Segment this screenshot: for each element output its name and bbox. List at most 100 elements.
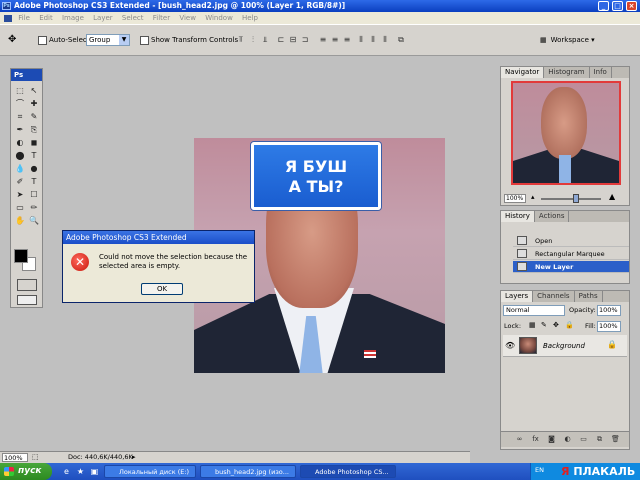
distribute-top-icon[interactable]: ≡ bbox=[318, 34, 328, 46]
lock-pixels-icon[interactable]: ✎ bbox=[541, 321, 547, 329]
language-indicator[interactable]: EN bbox=[535, 466, 544, 474]
zoom-in-icon[interactable]: ▲ bbox=[609, 192, 615, 201]
status-zoom-field[interactable]: 100% bbox=[2, 453, 28, 462]
hand-tool-icon[interactable]: ✋ bbox=[14, 215, 26, 226]
eraser-tool-icon[interactable]: ⬤ bbox=[14, 150, 26, 161]
move-tool-icon[interactable]: ✥ bbox=[8, 33, 16, 47]
toolbox-header[interactable]: Ps bbox=[11, 69, 42, 81]
crop-tool-icon[interactable]: ⌗ bbox=[14, 111, 26, 122]
history-item-new-layer[interactable]: New Layer bbox=[513, 261, 629, 273]
tab-navigator[interactable]: Navigator bbox=[501, 67, 545, 78]
auto-select-checkbox-box[interactable] bbox=[38, 35, 47, 45]
shape-tool-icon[interactable]: ☐ bbox=[28, 189, 40, 200]
path-select-tool-icon[interactable]: ➤ bbox=[14, 189, 26, 200]
eye-icon[interactable]: 👁 bbox=[505, 341, 515, 350]
foreground-color-swatch[interactable] bbox=[14, 249, 28, 263]
zoom-out-icon[interactable]: ▴ bbox=[531, 193, 535, 201]
navigator-thumbnail[interactable] bbox=[511, 81, 621, 185]
menu-image[interactable]: Image bbox=[62, 14, 84, 22]
lock-all-icon[interactable]: 🔒 bbox=[565, 321, 574, 329]
tab-layers[interactable]: Layers bbox=[501, 291, 534, 302]
menu-help[interactable]: Help bbox=[242, 14, 258, 22]
blur-tool-icon[interactable]: 💧 bbox=[14, 163, 26, 174]
lasso-tool-icon[interactable]: ⌒ bbox=[14, 98, 26, 109]
new-group-icon[interactable]: ▭ bbox=[579, 435, 588, 444]
align-vcenter-icon[interactable]: ⫶ bbox=[248, 34, 258, 46]
pen-tool-icon[interactable]: ✐ bbox=[14, 176, 26, 187]
taskbar-button-photoshop[interactable]: Adobe Photoshop CS... bbox=[300, 465, 396, 478]
align-top-icon[interactable]: ⫪ bbox=[236, 34, 246, 46]
tab-actions[interactable]: Actions bbox=[535, 211, 570, 222]
favorites-icon[interactable]: ★ bbox=[76, 467, 85, 476]
tab-history[interactable]: History bbox=[501, 211, 535, 222]
distribute-vcenter-icon[interactable]: ≡ bbox=[330, 34, 340, 46]
window-title-bar[interactable]: Adobe Photoshop CS3 Extended - [bush_hea… bbox=[0, 0, 640, 12]
ps-menu-icon[interactable] bbox=[4, 14, 12, 22]
layer-style-icon[interactable]: fx bbox=[531, 435, 540, 444]
history-brush-tool-icon[interactable]: ◼ bbox=[28, 137, 40, 148]
status-menu-icon[interactable]: ▸ bbox=[132, 452, 136, 463]
eyedropper-tool-icon[interactable]: ✏ bbox=[28, 202, 40, 213]
gradient-tool-icon[interactable]: T bbox=[28, 150, 40, 161]
zoom-tool-icon[interactable]: 🔍 bbox=[28, 215, 40, 226]
align-left-icon[interactable]: ⊏ bbox=[276, 34, 286, 46]
brush-tool-icon[interactable]: ⎘ bbox=[28, 124, 40, 135]
healing-brush-tool-icon[interactable]: ✒ bbox=[14, 124, 26, 135]
tab-histogram[interactable]: Histogram bbox=[544, 67, 590, 78]
close-button[interactable]: × bbox=[626, 1, 637, 11]
taskbar-button-image-viewer[interactable]: bush_head2.jpg (изо... bbox=[200, 465, 296, 478]
notes-tool-icon[interactable]: ▭ bbox=[14, 202, 26, 213]
distribute-right-icon[interactable]: ⦀ bbox=[380, 34, 390, 46]
dodge-tool-icon[interactable]: ● bbox=[28, 163, 40, 174]
blend-mode-dropdown[interactable]: Normal bbox=[503, 305, 565, 316]
tab-channels[interactable]: Channels bbox=[533, 291, 575, 302]
history-item-marquee[interactable]: Rectangular Marquee bbox=[513, 248, 629, 260]
show-transform-checkbox[interactable]: Show Transform Controls bbox=[140, 33, 238, 47]
lock-position-icon[interactable]: ✥ bbox=[553, 321, 559, 329]
menu-file[interactable]: File bbox=[18, 14, 30, 22]
history-item-open[interactable]: Open bbox=[513, 235, 629, 247]
align-hcenter-icon[interactable]: ⊟ bbox=[288, 34, 298, 46]
lock-transparency-icon[interactable]: ▦ bbox=[529, 321, 536, 329]
fill-field[interactable]: 100% bbox=[597, 321, 621, 332]
magic-wand-tool-icon[interactable]: ✚ bbox=[28, 98, 40, 109]
tab-info[interactable]: Info bbox=[590, 67, 612, 78]
screen-mode-icon[interactable] bbox=[17, 295, 37, 305]
workspace-button[interactable]: ▦ Workspace ▾ bbox=[540, 31, 610, 49]
tab-paths[interactable]: Paths bbox=[575, 291, 603, 302]
distribute-bottom-icon[interactable]: ≡ bbox=[342, 34, 352, 46]
navigator-zoom-knob[interactable] bbox=[573, 194, 579, 203]
menu-layer[interactable]: Layer bbox=[93, 14, 113, 22]
quicklaunch-icon[interactable]: ▣ bbox=[90, 467, 99, 476]
adjustment-layer-icon[interactable]: ◐ bbox=[563, 435, 572, 444]
auto-align-icon[interactable]: ⧉ bbox=[396, 34, 406, 46]
align-bottom-icon[interactable]: ⫫ bbox=[260, 34, 270, 46]
menu-select[interactable]: Select bbox=[122, 14, 144, 22]
layer-row-background[interactable]: 👁 Background 🔒 bbox=[503, 335, 627, 357]
distribute-left-icon[interactable]: ⦀ bbox=[356, 34, 366, 46]
clone-stamp-tool-icon[interactable]: ◐ bbox=[14, 137, 26, 148]
taskbar-button-explorer[interactable]: Локальный диск (E:) bbox=[104, 465, 196, 478]
marquee-tool-icon[interactable]: ⬚ bbox=[14, 85, 26, 96]
minimize-button[interactable]: _ bbox=[598, 1, 609, 11]
trash-icon[interactable]: 🗑 bbox=[611, 435, 620, 444]
opacity-field[interactable]: 100% bbox=[597, 305, 621, 316]
auto-select-checkbox[interactable]: Auto-Select: bbox=[38, 33, 92, 47]
menu-window[interactable]: Window bbox=[205, 14, 233, 22]
type-tool-icon[interactable]: T bbox=[28, 176, 40, 187]
distribute-hcenter-icon[interactable]: ⦀ bbox=[368, 34, 378, 46]
move-tool-icon[interactable]: ↖ bbox=[28, 85, 40, 96]
slice-tool-icon[interactable]: ✎ bbox=[28, 111, 40, 122]
maximize-button[interactable]: □ bbox=[612, 1, 623, 11]
navigator-zoom-slider[interactable] bbox=[541, 198, 601, 200]
ok-button[interactable]: OK bbox=[141, 283, 183, 295]
auto-select-dropdown[interactable]: Group ▼ bbox=[86, 34, 130, 46]
new-layer-icon[interactable]: ⧉ bbox=[595, 435, 604, 444]
menu-edit[interactable]: Edit bbox=[39, 14, 53, 22]
menu-view[interactable]: View bbox=[179, 14, 196, 22]
navigator-zoom-field[interactable]: 100% bbox=[504, 194, 526, 203]
quick-mask-icon[interactable] bbox=[17, 279, 37, 291]
menu-filter[interactable]: Filter bbox=[153, 14, 170, 22]
link-layers-icon[interactable]: ∞ bbox=[515, 435, 524, 444]
ie-icon[interactable]: e bbox=[62, 467, 71, 476]
